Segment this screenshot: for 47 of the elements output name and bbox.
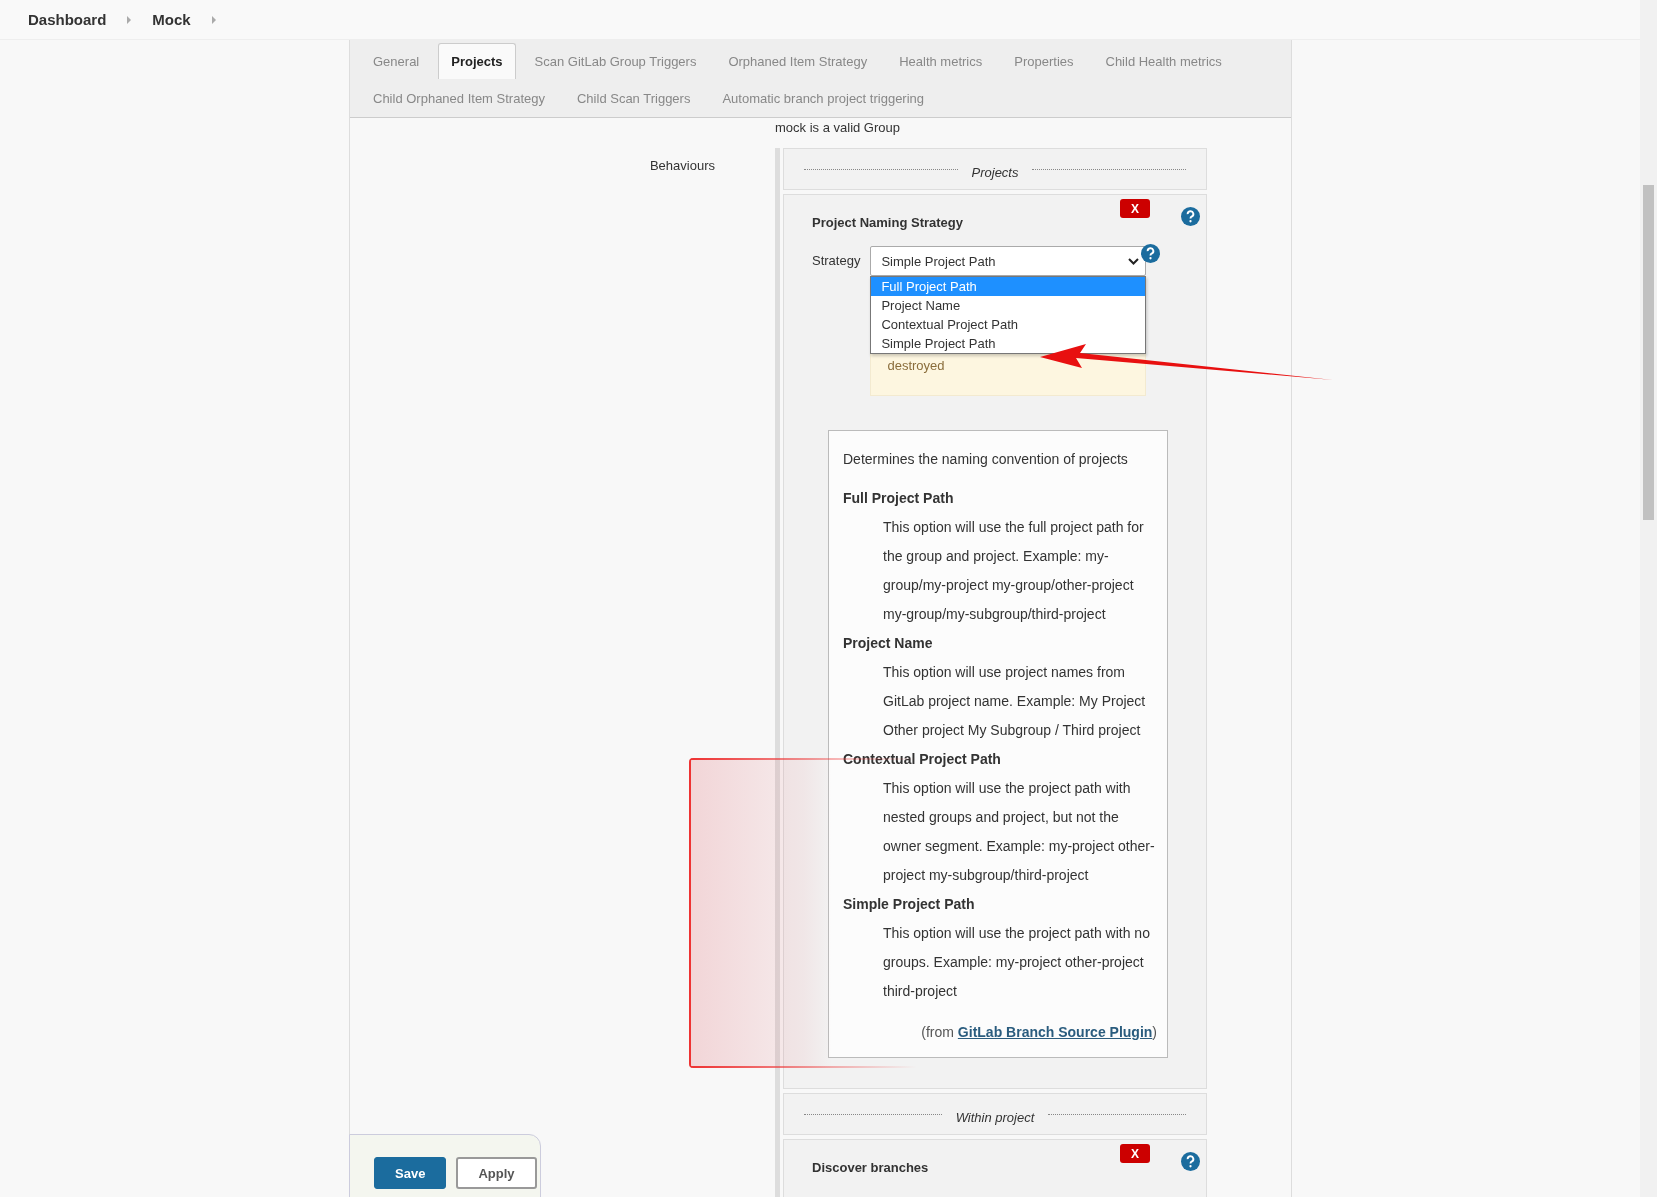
- chevron-down-icon: [1128, 257, 1140, 265]
- tab[interactable]: Automatic branch project triggering: [709, 80, 938, 116]
- section-header: Within project: [783, 1093, 1207, 1135]
- field-label: Strategy: [812, 252, 861, 269]
- help-description: This option will use the full project path for the group and project. Example: my-group/my-project my-group/other-project my-group/my-subgroup/third-project: [882, 518, 1145, 624]
- validation-message: mock is a valid Group: [775, 120, 900, 135]
- help-icon[interactable]: [1141, 244, 1160, 263]
- field-label: Behaviours: [648, 157, 716, 173]
- tab[interactable]: Child Health metrics: [1092, 43, 1235, 79]
- scrollbar[interactable]: [1640, 0, 1657, 1197]
- help-term: Full Project Path: [843, 489, 955, 508]
- delete-button[interactable]: X: [1120, 199, 1150, 218]
- help-description: This option will use the project path with no groups. Example: my-project other-project third-project: [882, 924, 1151, 1001]
- help-term: Simple Project Path: [843, 895, 976, 914]
- strategy-select[interactable]: Simple Project Path: [870, 246, 1147, 276]
- help-source: (from GitLab Branch Source Plugin): [920, 1023, 1157, 1042]
- section-header: Projects: [783, 148, 1207, 190]
- chevron-right-icon: [210, 15, 217, 24]
- help-term: Contextual Project Path: [843, 750, 1002, 769]
- breadcrumb-link[interactable]: Dashboard: [28, 11, 107, 28]
- help-description: This option will use project names from GitLab project name. Example: My Project Other project My Subgroup / Third project: [882, 663, 1147, 740]
- tab[interactable]: Scan GitLab Group Triggers: [521, 43, 710, 79]
- tab[interactable]: Projects: [438, 43, 516, 79]
- tab[interactable]: General: [360, 43, 433, 79]
- tab[interactable]: Child Scan Triggers: [564, 80, 704, 116]
- trait-title: Discover branches: [812, 1160, 930, 1175]
- dropdown-option[interactable]: Full Project Path: [871, 277, 1146, 296]
- help-icon[interactable]: [1181, 207, 1200, 226]
- breadcrumb-link[interactable]: Mock: [152, 11, 191, 28]
- help-intro: Determines the naming convention of projects: [843, 450, 1129, 469]
- warning-message: destroyed: [870, 354, 1147, 396]
- help-term: Project Name: [843, 634, 934, 653]
- delete-button[interactable]: X: [1120, 1144, 1150, 1163]
- tab[interactable]: Orphaned Item Strategy: [715, 43, 881, 79]
- save-button[interactable]: Save: [374, 1157, 447, 1189]
- plugin-link[interactable]: GitLab Branch Source Plugin: [957, 1024, 1153, 1040]
- dropdown-option[interactable]: Contextual Project Path: [871, 315, 1146, 334]
- dropdown-option[interactable]: Project Name: [871, 296, 1146, 315]
- tab[interactable]: Child Orphaned Item Strategy: [360, 80, 558, 116]
- help-icon[interactable]: [1181, 1152, 1200, 1171]
- chevron-right-icon: [126, 15, 133, 24]
- dropdown-option[interactable]: Simple Project Path: [871, 334, 1146, 353]
- apply-button[interactable]: Apply: [456, 1157, 537, 1189]
- trait-title: Project Naming Strategy: [812, 215, 964, 230]
- help-description: This option will use the project path with nested groups and project, but not the owner segment. Example: my-project other-project my-subgroup/third-project: [882, 779, 1156, 885]
- tab[interactable]: Properties: [1001, 43, 1087, 79]
- tab[interactable]: Health metrics: [886, 43, 996, 79]
